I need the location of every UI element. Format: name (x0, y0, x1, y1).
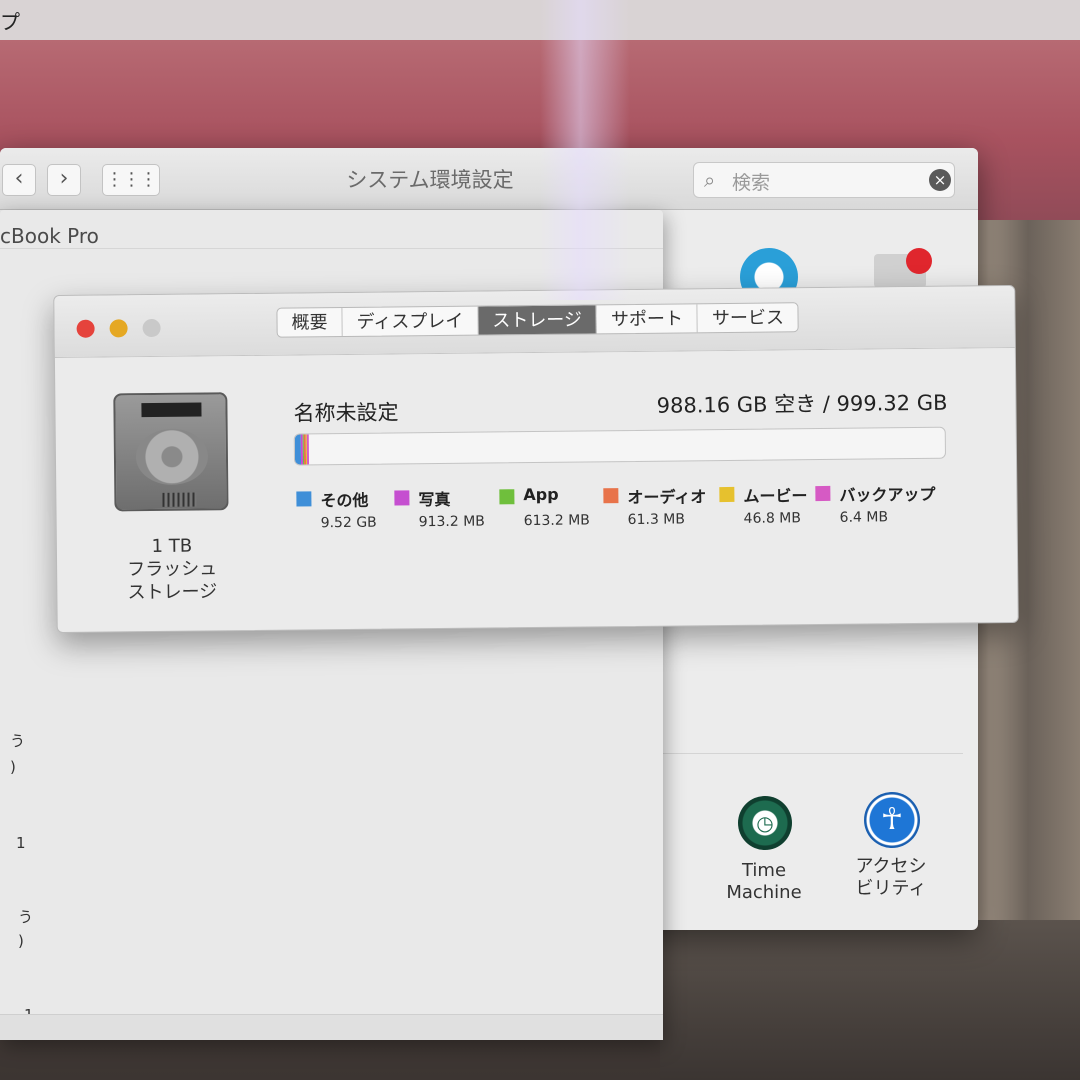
screen-glare (540, 0, 630, 300)
search-icon: ⌕ (704, 168, 716, 192)
drive-type-line2: ストレージ (127, 581, 218, 604)
about-text-fragment: 1 (16, 834, 26, 852)
show-all-grid-button[interactable]: ⋮⋮⋮ (102, 164, 160, 196)
time-machine-icon[interactable]: ◷ (738, 796, 792, 850)
tab-bar: 概要 ディスプレイ ストレージ サポート サービス (276, 302, 800, 338)
usage-segment (306, 434, 309, 466)
wallpaper-rocks (660, 920, 1080, 1080)
legend-category-size: 9.52 GB (320, 514, 377, 532)
legend-swatch (394, 490, 410, 506)
system-preferences-toolbar: ‹ › ⋮⋮⋮ システム環境設定 ⌕ 検索 × (0, 148, 978, 210)
about-window-title: cBook Pro (0, 224, 99, 248)
minimize-button[interactable] (109, 319, 128, 338)
legend-category-size: 913.2 MB (418, 513, 485, 531)
back-button[interactable]: ‹ (2, 164, 36, 196)
legend-item: バックアップ 6.4 MB (813, 481, 943, 526)
about-text-fragment: う (10, 732, 26, 750)
legend-swatch (296, 491, 312, 507)
notification-badge-icon (906, 248, 932, 274)
time-machine-label[interactable]: Time Machine (704, 860, 824, 904)
legend-category-size: 6.4 MB (839, 509, 889, 526)
free-space-summary: 988.16 GB 空き / 999.32 GB (656, 390, 948, 418)
about-text-fragment: う (18, 908, 34, 926)
tab-displays[interactable]: ディスプレイ (342, 306, 479, 338)
about-text-fragment: ) (10, 758, 16, 776)
zoom-button[interactable] (142, 318, 161, 338)
search-placeholder: 検索 (732, 172, 771, 194)
search-input[interactable]: ⌕ 検索 (693, 162, 955, 198)
drive-caption: 1 TB フラッシュ ストレージ (97, 534, 248, 605)
legend-item: オーディオ 61.3 MB (601, 483, 731, 528)
tab-overview[interactable]: 概要 (277, 308, 343, 338)
storage-usage-bar[interactable] (293, 426, 947, 466)
clear-search-icon[interactable]: × (929, 169, 951, 191)
drive-platter-icon (135, 428, 209, 486)
drive-label-icon (141, 402, 202, 418)
drive-type-line1: フラッシュ (127, 558, 218, 581)
forward-button[interactable]: › (47, 164, 81, 196)
legend-item: その他 9.52 GB (294, 486, 424, 531)
storage-window: 概要 ディスプレイ ストレージ サポート サービス 1 TB フラッシュ ストレ… (53, 284, 1019, 634)
legend-swatch (603, 488, 619, 504)
window-title: システム環境設定 (346, 168, 514, 192)
legend-swatch (719, 486, 735, 503)
volume-name: 名称未設定 (293, 400, 399, 426)
about-text-fragment: ) (18, 932, 24, 950)
legend-category-name: バックアップ (839, 484, 936, 505)
storage-legend: その他 9.52 GB 写真 913.2 MB App 613.2 MB オーディオ 61.3… (294, 481, 954, 538)
legend-item: 写真 913.2 MB (392, 485, 522, 530)
storage-titlebar: 概要 ディスプレイ ストレージ サポート サービス (54, 285, 1015, 359)
drive-capacity: 1 TB (151, 535, 193, 558)
accessibility-label[interactable]: アクセシ ビリティ (831, 856, 951, 900)
legend-category-name: ムービー (743, 486, 808, 506)
accessibility-icon[interactable]: ☥ (864, 792, 920, 848)
legend-category-name: 写真 (418, 489, 451, 510)
legend-item: App 613.2 MB (497, 484, 627, 529)
tab-support[interactable]: サポート (596, 304, 699, 336)
legend-item: ムービー 46.8 MB (717, 482, 847, 527)
legend-category-name: オーディオ (627, 487, 707, 508)
legend-category-size: 61.3 MB (627, 511, 686, 529)
legend-category-size: 46.8 MB (743, 510, 802, 527)
legend-swatch (815, 485, 831, 502)
tab-storage[interactable]: ストレージ (478, 305, 598, 337)
flash-storage-drive-icon (113, 392, 229, 512)
legend-swatch (499, 489, 515, 505)
about-bottom-bar (0, 1014, 663, 1040)
tab-service[interactable]: サービス (698, 303, 798, 334)
legend-category-name: その他 (320, 490, 369, 511)
legend-category-name: App (523, 484, 559, 505)
menu-bar-app-fragment[interactable]: プ (0, 10, 20, 34)
close-button[interactable] (76, 319, 95, 338)
drive-vent-icon (162, 492, 197, 507)
legend-category-size: 613.2 MB (523, 512, 590, 530)
